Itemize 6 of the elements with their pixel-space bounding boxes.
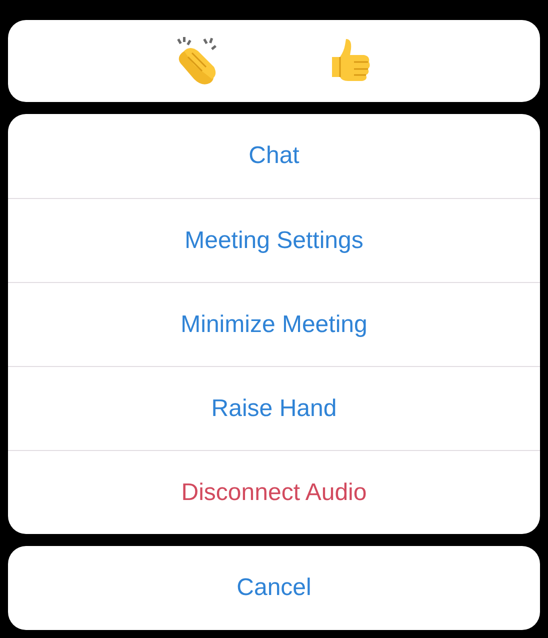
menu-item[interactable]: Meeting Settings bbox=[8, 198, 540, 282]
menu-item[interactable]: Chat bbox=[8, 114, 540, 198]
cancel-button[interactable]: Cancel bbox=[8, 546, 540, 630]
menu-item[interactable]: Minimize Meeting bbox=[8, 282, 540, 366]
menu-item[interactable]: Raise Hand bbox=[8, 366, 540, 450]
menu-item[interactable]: Disconnect Audio bbox=[8, 450, 540, 534]
